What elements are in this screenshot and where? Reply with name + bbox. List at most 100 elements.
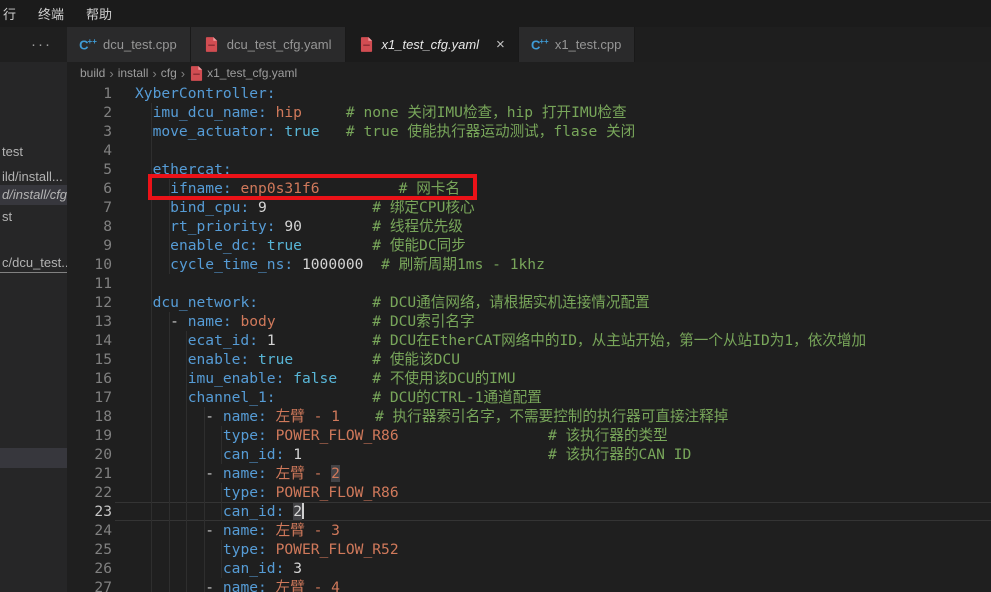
tab-label: dcu_test.cpp [103, 37, 177, 52]
code-token: name: [188, 313, 232, 330]
menu-item-1[interactable]: 终端 [27, 0, 75, 27]
menu-item-2[interactable]: 帮助 [75, 0, 123, 27]
code-token: enp0s31f6 [240, 180, 319, 197]
code-text: dcu_network: # DCU通信网络，请根据实机连接情况配置 [135, 293, 650, 312]
code-token [267, 541, 276, 558]
code-line[interactable]: 2 imu_dcu_name: hip # none 关闭IMU检查，hip 打… [67, 103, 991, 122]
close-icon[interactable]: × [496, 37, 505, 52]
code-line[interactable]: 1XyberController: [67, 84, 991, 103]
code-text: ifname: enp0s31f6 # 网卡名 [135, 179, 460, 198]
code-token: 2 [331, 465, 340, 482]
code-text: - name: 左臂 - 1 # 执行器索引名字，不需要控制的执行器可直接注释掉 [135, 407, 728, 426]
code-line[interactable]: 5 ethercat: [67, 160, 991, 179]
tab-x1_test-cpp[interactable]: C++x1_test.cpp [519, 27, 636, 62]
line-number: 20 [67, 445, 112, 464]
code-token: 1 [267, 332, 276, 349]
code-line[interactable]: 25 type: POWER_FLOW_R52 [67, 540, 991, 559]
code-line[interactable]: 14 ecat_id: 1 # DCU在EtherCAT网络中的ID，从主站开始… [67, 331, 991, 350]
breadcrumb-part[interactable]: build [80, 66, 105, 80]
code-token [135, 408, 205, 425]
code-line[interactable]: 23 can_id: 2 [67, 502, 991, 521]
code-line[interactable]: 3 move_actuator: true # true 使能执行器运动测试，f… [67, 122, 991, 141]
code-token [135, 180, 170, 197]
line-number: 13 [67, 312, 112, 331]
sidebar-item[interactable] [0, 448, 67, 468]
code-line[interactable]: 13 - name: body # DCU索引名字 [67, 312, 991, 331]
menu-item-0[interactable]: 行 [0, 0, 27, 27]
code-token [135, 123, 153, 140]
code-token [135, 218, 170, 235]
code-token: # 绑定CPU核心 [372, 199, 474, 216]
tab-x1_test_cfg-yaml[interactable]: x1_test_cfg.yaml× [346, 27, 519, 62]
sidebar-item[interactable]: st [0, 207, 67, 227]
code-line[interactable]: 4 [67, 141, 991, 160]
code-line[interactable]: 19 type: POWER_FLOW_R86 # 该执行器的类型 [67, 426, 991, 445]
code-token [340, 408, 375, 425]
code-text: - name: 左臂 - 4 [135, 578, 340, 592]
line-number: 26 [67, 559, 112, 578]
chevron-right-icon: › [152, 66, 156, 81]
more-actions-icon[interactable]: ··· [31, 36, 52, 53]
code-line[interactable]: 26 can_id: 3 [67, 559, 991, 578]
code-line[interactable]: 17 channel_1: # DCU的CTRL-1通道配置 [67, 388, 991, 407]
code-text: can_id: 2 [135, 502, 304, 521]
code-line[interactable]: 10 cycle_time_ns: 1000000 # 刷新周期1ms - 1k… [67, 255, 991, 274]
code-text: cycle_time_ns: 1000000 # 刷新周期1ms - 1khz [135, 255, 545, 274]
code-token: 3 [293, 560, 302, 577]
code-token: # DCU在EtherCAT网络中的ID，从主站开始，第一个从站ID为1，依次增… [372, 332, 866, 349]
code-line[interactable]: 18 - name: 左臂 - 1 # 执行器索引名字，不需要控制的执行器可直接… [67, 407, 991, 426]
code-line[interactable]: 9 enable_dc: true # 使能DC同步 [67, 236, 991, 255]
code-token [293, 351, 372, 368]
tab-dcu_test-cpp[interactable]: C++dcu_test.cpp [67, 27, 191, 62]
code-line[interactable]: 24 - name: 左臂 - 3 [67, 521, 991, 540]
sidebar-list: test ild/install...d/install/cfgst c/dcu_t… [0, 62, 67, 592]
code-token: - [205, 408, 223, 425]
code-line[interactable]: 15 enable: true # 使能该DCU [67, 350, 991, 369]
line-number: 24 [67, 521, 112, 540]
code-token [135, 427, 223, 444]
code-token: can_id: [223, 560, 285, 577]
code-token [284, 370, 293, 387]
code-line[interactable]: 21 - name: 左臂 - 2 [67, 464, 991, 483]
code-token [135, 256, 170, 273]
breadcrumb-part[interactable]: cfg [161, 66, 177, 80]
code-line[interactable]: 20 can_id: 1 # 该执行器的CAN ID [67, 445, 991, 464]
code-line[interactable]: 27 - name: 左臂 - 4 [67, 578, 991, 592]
code-line[interactable]: 22 type: POWER_FLOW_R86 [67, 483, 991, 502]
code-token: false [293, 370, 337, 387]
code-token [284, 503, 293, 520]
line-number: 6 [67, 179, 112, 198]
code-token: # 该执行器的CAN ID [548, 446, 691, 463]
code-token: 左臂 - [276, 465, 332, 482]
breadcrumb-file[interactable]: x1_test_cfg.yaml [207, 66, 297, 80]
line-number: 11 [67, 274, 112, 293]
code-token [135, 522, 205, 539]
sidebar-item[interactable]: d/install/cfg [0, 185, 67, 205]
sidebar-item[interactable]: ild/install... [0, 167, 67, 187]
sidebar-header: ··· [0, 27, 67, 62]
code-line[interactable]: 7 bind_cpu: 9 # 绑定CPU核心 [67, 198, 991, 217]
code-token: 左臂 - 1 [276, 408, 340, 425]
breadcrumb-part[interactable]: install [118, 66, 149, 80]
line-number: 3 [67, 122, 112, 141]
tab-label: dcu_test_cfg.yaml [227, 37, 332, 52]
sidebar-item[interactable]: c/dcu_test... [0, 253, 67, 273]
code-line[interactable]: 12 dcu_network: # DCU通信网络，请根据实机连接情况配置 [67, 293, 991, 312]
code-token: # DCU的CTRL-1通道配置 [372, 389, 542, 406]
code-line[interactable]: 8 rt_priority: 90 # 线程优先级 [67, 217, 991, 236]
sidebar-item[interactable]: test [0, 142, 67, 162]
tab-dcu_test_cfg-yaml[interactable]: dcu_test_cfg.yaml [191, 27, 346, 62]
code-line[interactable]: 6 ifname: enp0s31f6 # 网卡名 [67, 179, 991, 198]
code-line[interactable]: 16 imu_enable: false # 不使用该DCU的IMU [67, 369, 991, 388]
code-editor[interactable]: 1XyberController:2 imu_dcu_name: hip # n… [67, 84, 991, 592]
code-token: 左臂 - 3 [276, 522, 340, 539]
code-token [135, 484, 223, 501]
code-token [135, 446, 223, 463]
code-text: ethercat: [135, 160, 232, 179]
code-line[interactable]: 11 [67, 274, 991, 293]
code-token [135, 199, 170, 216]
code-token: name: [223, 408, 267, 425]
code-token: 2 [293, 503, 302, 520]
line-number: 10 [67, 255, 112, 274]
code-text: XyberController: [135, 84, 276, 103]
